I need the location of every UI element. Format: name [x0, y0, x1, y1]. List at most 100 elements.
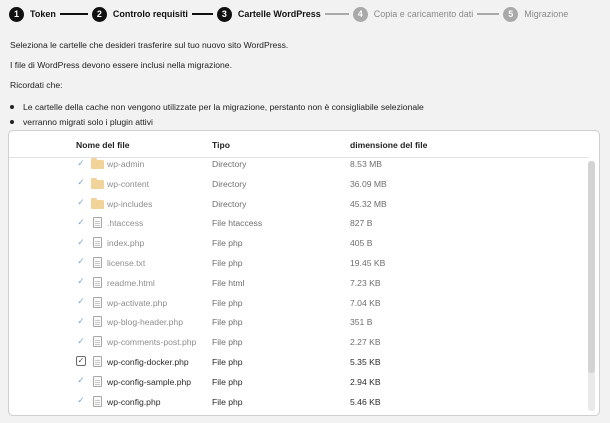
reminder-text: verranno migrati solo i plugin attivi	[23, 116, 153, 127]
step-number: 2	[91, 6, 107, 22]
migration-stepper: 1 Token 2 Controlo requisiti 3 Cartelle …	[9, 5, 569, 23]
file-table: Nome del file Tipo dimensione del file ✓…	[8, 130, 600, 416]
row-checkmark[interactable]: ✓	[76, 256, 86, 267]
checkmark-icon: ✓	[77, 395, 85, 406]
table-row[interactable]: ✓ wp-blog-header.php File php 351 B	[9, 312, 589, 332]
folder-icon	[91, 158, 104, 169]
checkmark-icon: ✓	[77, 315, 85, 326]
table-row[interactable]: ✓ wp-config-docker.php File php 5.35 KB	[9, 352, 589, 372]
step-token[interactable]: 1 Token	[9, 6, 56, 22]
row-checkmark[interactable]: ✓	[76, 395, 86, 406]
checkmark-icon: ✓	[77, 256, 85, 267]
step-label: Token	[30, 9, 56, 19]
file-size: 827 B	[350, 218, 373, 229]
row-checkmark[interactable]: ✓	[76, 217, 86, 227]
checkmark-icon: ✓	[77, 276, 85, 287]
file-size: 5.46 KB	[350, 396, 381, 407]
file-name: readme.html	[107, 277, 155, 288]
step-label: Controlo requisiti	[112, 9, 188, 19]
file-name: wp-config.php	[107, 396, 161, 407]
file-size: 7.04 KB	[350, 297, 381, 308]
file-icon	[93, 256, 102, 268]
file-icon	[93, 355, 102, 367]
file-type: File htaccess	[212, 218, 263, 229]
row-checkmark[interactable]: ✓	[76, 158, 86, 168]
file-size: 2.27 KB	[350, 337, 381, 348]
column-header-name[interactable]: Nome del file	[76, 140, 129, 150]
row-checkmark[interactable]: ✓	[76, 276, 86, 287]
checkmark-icon: ✓	[77, 296, 85, 307]
table-row[interactable]: ✓ wp-activate.php File php 7.04 KB	[9, 293, 589, 313]
file-icon	[93, 395, 102, 407]
row-checkmark[interactable]: ✓	[76, 237, 86, 247]
folder-icon	[91, 197, 104, 209]
file-type: File php	[212, 257, 243, 268]
step-label: Migrazione	[524, 9, 569, 19]
table-row[interactable]: ✓ .htaccess File htaccess 827 B	[9, 213, 589, 233]
reminder-text: Le cartelle della cache non vengono util…	[23, 101, 424, 112]
file-icon	[93, 276, 102, 288]
row-checkmark[interactable]: ✓	[76, 177, 86, 188]
table-row[interactable]: ✓ wp-content Directory 36.09 MB	[9, 174, 589, 194]
file-icon	[93, 336, 102, 348]
checkbox-checked-icon: ✓	[77, 356, 85, 366]
file-name: wp-config-docker.php	[107, 356, 189, 367]
row-checkbox[interactable]: ✓	[76, 355, 86, 366]
scrollbar-thumb[interactable]	[588, 161, 595, 373]
step-number: 4	[352, 6, 368, 22]
step-controllo-requisiti[interactable]: 2 Controlo requisiti	[91, 6, 188, 22]
file-name: index.php	[107, 238, 145, 249]
step-number: 1	[9, 6, 24, 22]
checkmark-icon: ✓	[77, 177, 85, 188]
bullet-icon	[10, 119, 14, 124]
file-name: wp-content	[107, 178, 150, 189]
step-copia-caricamento-dati[interactable]: 4 Copia e caricamento dati	[352, 6, 473, 22]
file-size: 45.32 MB	[350, 198, 387, 209]
table-row[interactable]: ✓ wp-config-sample.php File php 2.94 KB	[9, 372, 589, 392]
folder-icon	[91, 177, 104, 189]
table-row[interactable]: ✓ index.php File php 405 B	[9, 233, 589, 253]
reminder-list: Le cartelle della cache non vengono util…	[10, 99, 424, 129]
file-type: File php	[212, 376, 243, 387]
table-scrollbar[interactable]	[588, 161, 595, 411]
file-type: File html	[212, 277, 245, 288]
checkmark-icon: ✓	[77, 197, 85, 208]
file-name: wp-config-sample.php	[107, 376, 192, 387]
step-connector	[324, 13, 349, 15]
file-size: 19.45 KB	[350, 257, 386, 268]
table-row[interactable]: ✓ wp-config.php File php 5.46 KB	[9, 392, 589, 412]
step-cartelle-wordpress[interactable]: 3 Cartelle WordPress	[216, 6, 321, 22]
table-row[interactable]: ✓ wp-admin Directory 8.53 MB	[9, 154, 589, 174]
file-type: File php	[212, 317, 243, 328]
table-row[interactable]: ✓ readme.html File html 7.23 KB	[9, 273, 589, 293]
row-checkmark[interactable]: ✓	[76, 336, 86, 346]
step-migrazione[interactable]: 5 Migrazione	[503, 6, 569, 22]
file-icon	[93, 375, 102, 387]
file-size: 8.53 MB	[350, 159, 383, 169]
file-size: 351 B	[350, 317, 373, 328]
checkmark-icon: ✓	[77, 335, 85, 346]
file-name: wp-activate.php	[107, 297, 168, 308]
step-connector	[477, 13, 500, 15]
row-checkmark[interactable]: ✓	[76, 197, 86, 208]
file-icon	[93, 237, 102, 249]
table-row[interactable]: ✓ wp-includes Directory 45.32 MB	[9, 194, 589, 214]
column-header-size[interactable]: dimensione del file	[350, 140, 427, 150]
checkmark-icon: ✓	[77, 157, 85, 168]
step-connector	[191, 13, 213, 15]
table-row[interactable]: ✓ wp-comments-post.php File php 2.27 KB	[9, 332, 589, 352]
row-checkmark[interactable]: ✓	[76, 296, 86, 307]
file-size: 7.23 KB	[350, 277, 381, 288]
reminder-item: Le cartelle della cache non vengono util…	[10, 99, 424, 114]
file-size: 405 B	[350, 238, 373, 249]
file-type: File php	[212, 337, 243, 348]
column-header-type[interactable]: Tipo	[212, 140, 230, 150]
table-row[interactable]: ✓ license.txt File php 19.45 KB	[9, 253, 589, 273]
step-number: 3	[216, 6, 232, 22]
row-checkmark[interactable]: ✓	[76, 375, 86, 386]
row-checkmark[interactable]: ✓	[76, 316, 86, 326]
checkmark-icon: ✓	[77, 216, 85, 227]
bullet-icon	[10, 104, 14, 109]
file-name: wp-blog-header.php	[107, 317, 183, 328]
file-name: wp-comments-post.php	[107, 337, 197, 348]
